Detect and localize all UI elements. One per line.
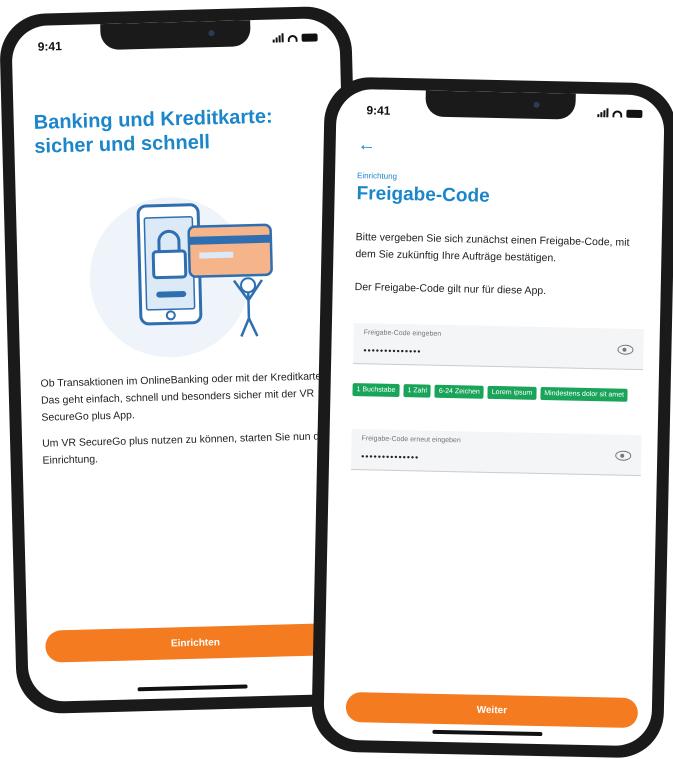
passcode-confirm-value[interactable]: ••••••••••••••: [361, 451, 419, 462]
phone-passcode: 9:41 ← Einrichtung Freigabe-Code Bitte v…: [310, 76, 673, 759]
status-icons: [272, 32, 318, 43]
intro-paragraph: Bitte vergeben Sie sich zunächst einen F…: [355, 231, 630, 265]
passcode-confirm-label: Freigabe-Code erneut eingeben: [361, 435, 461, 445]
status-time: 9:41: [366, 103, 391, 118]
phone-notch: [425, 90, 576, 120]
password-rules: 1 Buchstabe 1 Zahl 6-24 Zeichen Lorem ip…: [352, 383, 642, 402]
breadcrumb: Einrichtung: [356, 171, 398, 181]
onboarding-screen: 9:41 Banking und Kreditkarte: sicher und…: [11, 17, 357, 703]
passcode-field-label: Freigabe-Code eingeben: [363, 329, 442, 338]
rule-chip: 1 Buchstabe: [352, 383, 400, 398]
camera-icon: [533, 101, 540, 108]
battery-icon: [626, 109, 643, 119]
rule-chip: Mindestens dolor sit amet: [540, 386, 629, 402]
continue-button[interactable]: Weiter: [345, 691, 639, 729]
eye-icon[interactable]: [615, 450, 632, 461]
page-title: Banking und Kreditkarte: sicher und schn…: [33, 105, 273, 158]
status-time: 9:41: [37, 39, 62, 54]
wifi-icon: [287, 34, 298, 43]
phone-notch: [100, 20, 251, 51]
instruction-paragraph: Um VR SecureGo plus nutzen zu können, st…: [41, 430, 328, 467]
back-arrow-icon[interactable]: ←: [357, 134, 375, 154]
signal-icon: [597, 108, 609, 118]
scope-paragraph: Der Freigabe-Code gilt nur für diese App…: [354, 281, 547, 298]
intro-paragraph: Ob Transaktionen im OnlineBanking oder m…: [40, 370, 325, 424]
signal-icon: [272, 33, 284, 43]
rule-chip: 1 Zahl: [403, 384, 432, 398]
passcode-confirm-field[interactable]: Freigabe-Code erneut eingeben ••••••••••…: [350, 429, 642, 477]
home-indicator[interactable]: [137, 684, 248, 692]
passcode-field-value[interactable]: ••••••••••••••: [363, 345, 421, 356]
page-title: Freigabe-Code: [356, 183, 490, 207]
camera-icon: [208, 30, 215, 37]
passcode-field[interactable]: Freigabe-Code eingeben ••••••••••••••: [353, 323, 644, 371]
eye-icon[interactable]: [617, 344, 634, 355]
battery-icon: [301, 33, 318, 42]
home-indicator[interactable]: [432, 729, 543, 737]
passcode-screen: 9:41 ← Einrichtung Freigabe-Code Bitte v…: [323, 88, 665, 747]
setup-button[interactable]: Einrichten: [45, 622, 346, 663]
security-illustration-icon: [76, 184, 290, 359]
wifi-icon: [612, 110, 623, 118]
rule-chip: Lorem ipsum: [487, 385, 537, 400]
rule-chip: 6-24 Zeichen: [434, 384, 484, 399]
status-icons: [597, 108, 643, 119]
